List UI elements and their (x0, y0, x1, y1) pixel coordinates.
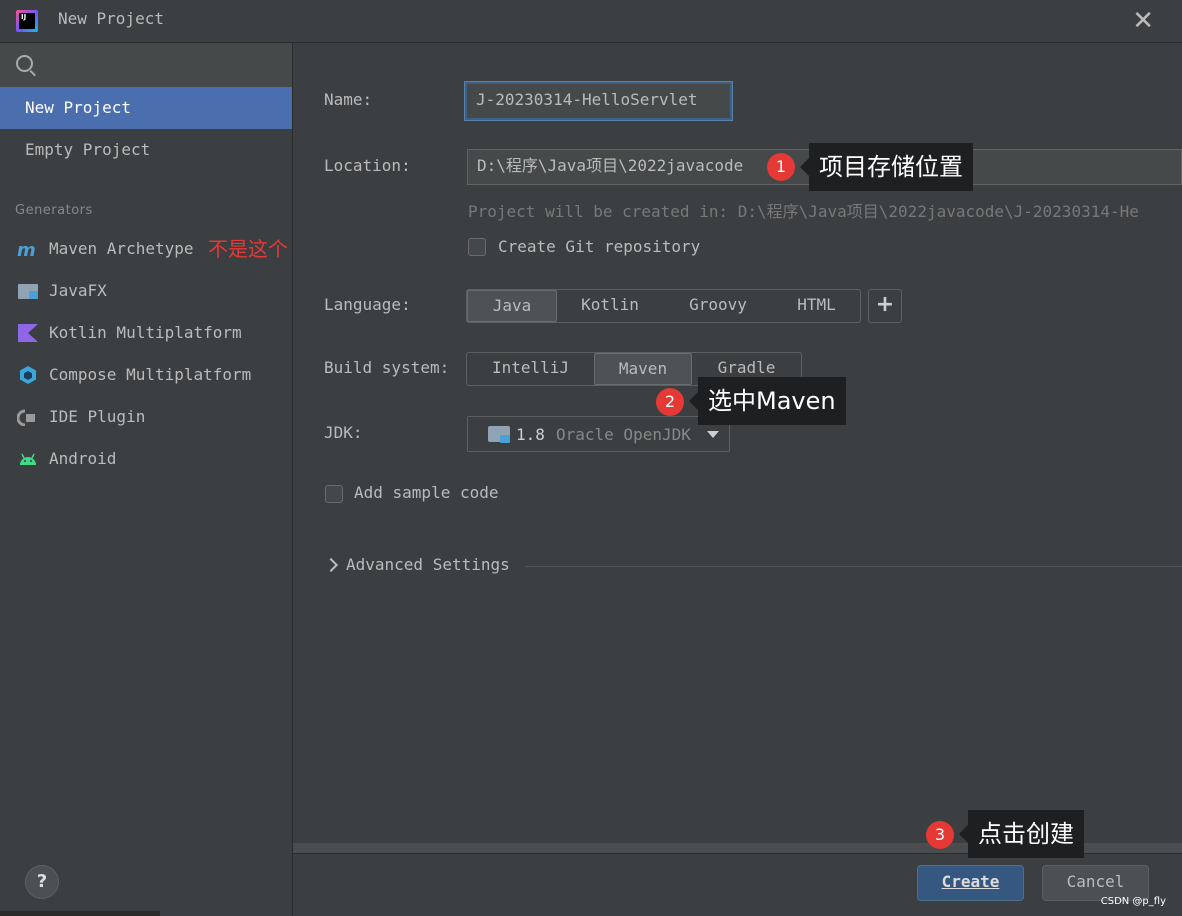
generator-ide-plugin[interactable]: IDE Plugin (0, 396, 292, 438)
step-badge-3: 3 (926, 821, 954, 849)
android-icon (20, 453, 36, 465)
generator-kotlin-multiplatform[interactable]: Kotlin Multiplatform (0, 312, 292, 354)
jdk-vendor: Oracle OpenJDK (556, 425, 691, 444)
sample-code-label: Add sample code (354, 483, 499, 502)
maven-annotation: 不是这个 (208, 237, 288, 261)
language-option-kotlin[interactable]: Kotlin (557, 290, 663, 322)
maven-icon: m (17, 240, 36, 258)
build-system-label: Build system: (324, 358, 450, 377)
create-button[interactable]: Create (917, 865, 1024, 901)
step-badge-2: 2 (656, 388, 684, 416)
intellij-app-icon: IJ (16, 10, 38, 32)
sidebar: New Project Empty Project Generators m M… (0, 43, 293, 916)
language-option-groovy[interactable]: Groovy (663, 290, 773, 322)
svg-text:m: m (17, 240, 36, 258)
sample-code-checkbox[interactable] (325, 485, 343, 503)
search-icon (16, 55, 33, 72)
generator-compose-multiplatform[interactable]: Compose Multiplatform (0, 354, 292, 396)
generator-javafx[interactable]: JavaFX (0, 270, 292, 312)
callout-maven: 选中Maven (689, 377, 846, 425)
project-form: Name: J-20230314-HelloServlet Location: … (293, 43, 1182, 916)
watermark: CSDN @p_fly (1100, 896, 1166, 907)
callout-create: 点击创建 (959, 810, 1084, 858)
sidebar-item-empty-project[interactable]: Empty Project (0, 129, 292, 171)
search-input[interactable] (0, 43, 292, 87)
language-option-html[interactable]: HTML (773, 290, 860, 322)
advanced-settings-toggle[interactable]: Advanced Settings (346, 555, 510, 574)
close-icon[interactable]: ✕ (1132, 6, 1154, 36)
language-selector: Java Kotlin Groovy HTML (466, 289, 861, 323)
build-option-intellij[interactable]: IntelliJ (467, 353, 594, 385)
language-option-java[interactable]: Java (467, 290, 557, 322)
chevron-right-icon[interactable] (323, 557, 339, 573)
generator-android[interactable]: Android (0, 438, 292, 480)
compose-icon (20, 366, 36, 384)
location-label: Location: (324, 156, 411, 175)
jdk-label: JDK: (324, 423, 363, 442)
chevron-down-icon (707, 431, 719, 438)
title-bar: IJ New Project ✕ (0, 0, 1182, 43)
plugin-icon (17, 409, 35, 426)
language-label: Language: (324, 295, 411, 314)
jdk-dropdown[interactable]: 1.8 Oracle OpenJDK (467, 416, 730, 452)
step-badge-1: 1 (767, 153, 795, 181)
git-repo-checkbox[interactable] (468, 238, 486, 256)
jdk-folder-icon (488, 426, 510, 443)
callout-location: 项目存储位置 (800, 143, 973, 191)
help-button[interactable]: ? (25, 865, 59, 899)
kotlin-icon (18, 324, 38, 342)
sidebar-item-new-project[interactable]: New Project (0, 87, 292, 129)
advanced-divider (525, 566, 1182, 567)
build-option-maven[interactable]: Maven (594, 353, 692, 385)
location-hint: Project will be created in: D:\程序\Java项目… (468, 202, 1139, 221)
git-repo-label: Create Git repository (498, 237, 701, 256)
project-name-input[interactable]: J-20230314-HelloServlet (464, 81, 733, 121)
name-label: Name: (324, 90, 373, 109)
javafx-icon (18, 284, 38, 299)
jdk-version: 1.8 (516, 425, 545, 444)
generator-maven-archetype[interactable]: m Maven Archetype 不是这个 (0, 228, 292, 270)
generators-heading: Generators (15, 203, 93, 218)
bottom-strip (0, 911, 160, 916)
add-language-button[interactable]: + (868, 289, 902, 323)
window-title: New Project (58, 9, 164, 28)
